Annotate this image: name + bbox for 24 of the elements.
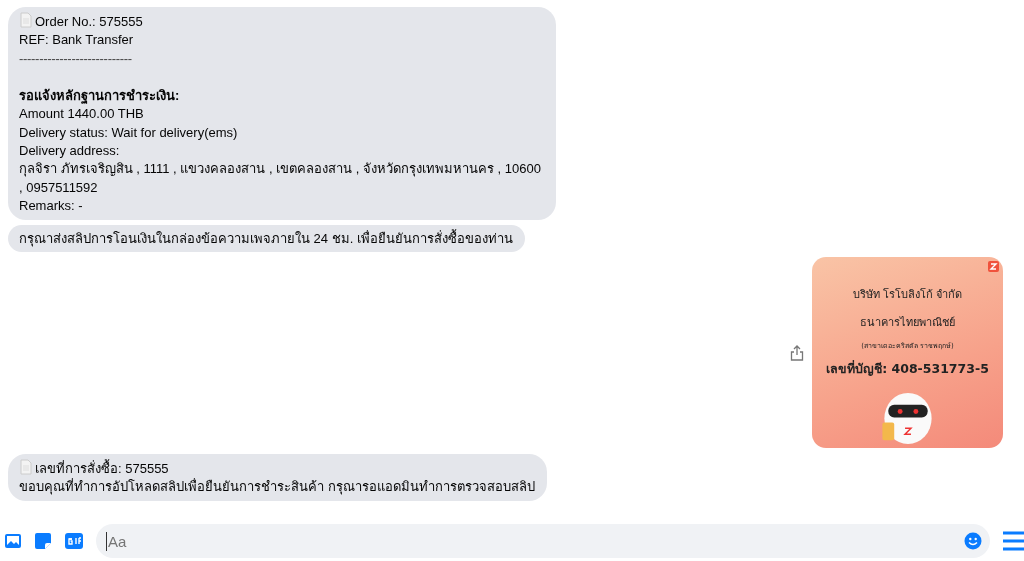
message-text: กุลจิรา ภัทรเจริญสิน , 1111 , แขวงคลองสาน , เขตคลองสาน , จังหวัดกรุงเทพมหานคร , 10600 , 0957511592	[19, 160, 542, 197]
share-icon[interactable]	[790, 344, 804, 361]
company-text: บริษัท โรโบลิงโก้ จำกัด	[852, 287, 963, 304]
heading-text: รอแจ้งหลักฐานการชำระเงิน:	[19, 86, 181, 106]
message-text: Amount 1440.00 THB	[19, 105, 145, 124]
message-text: เลขที่การสั่งซื้อ: 575555	[35, 461, 169, 477]
message-text: Delivery address:	[19, 142, 121, 161]
image-icon[interactable]	[4, 533, 22, 549]
message-text: Delivery status: Wait for delivery(ems)	[19, 123, 239, 142]
dashed-separator-text: ----------------------------	[19, 49, 133, 68]
message-text: ขอบคุณที่ทำการอัปโหลดสลิปเพื่อยืนยันการชำระสินค้า กรุณารอแอดมินทำการตรวจสอบสลิป	[19, 478, 535, 497]
message-text: Remarks: -	[19, 197, 84, 216]
message-text: Order No.: 575555	[35, 14, 143, 29]
account-number-text: เลขที่บัญชี: 408-531773-5	[826, 359, 989, 379]
message-input-field[interactable]: Aa	[106, 531, 964, 551]
message-composer[interactable]: Aa	[96, 524, 990, 558]
logo-icon	[988, 261, 999, 273]
menu-icon[interactable]	[1002, 531, 1024, 551]
gif-icon[interactable]	[64, 532, 84, 550]
message-text: กรุณาส่งสลิปการโอนเงินในกล่องข้อความเพจภายใน 24 ชม. เพื่อยืนยันการสั่งซื้อของท่าน	[19, 229, 513, 249]
bank-text: ธนาคารไทยพาณิชย์	[860, 315, 955, 332]
sticker-icon[interactable]	[34, 532, 52, 550]
message-text: REF: Bank Transfer	[19, 31, 135, 50]
emoji-icon[interactable]	[964, 532, 982, 550]
